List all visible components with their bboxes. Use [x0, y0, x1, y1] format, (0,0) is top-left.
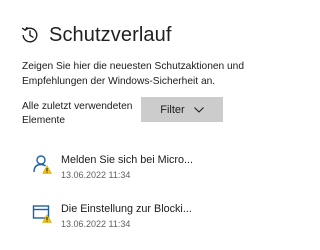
filter-button[interactable]: Filter — [141, 97, 223, 122]
item-title: Die Einstellung zur Blocki... — [61, 203, 192, 215]
account-warning-icon — [33, 155, 52, 174]
protection-history-page: Schutzverlauf Zeigen Sie hier die neuest… — [0, 0, 250, 250]
page-title: Schutzverlauf — [49, 23, 172, 46]
item-date: 13.06.2022 11:34 — [61, 170, 131, 180]
page-description: Zeigen Sie hier die neuesten Schutzaktio… — [22, 61, 245, 87]
history-list-item[interactable]: Melden Sie sich bei Micro... 13.06.2022 … — [28, 152, 250, 190]
chevron-down-icon — [193, 106, 204, 113]
filter-label: Alle zuletzt verwendeten Elemente — [22, 101, 133, 126]
item-title: Melden Sie sich bei Micro... — [61, 154, 194, 166]
filter-button-label: Filter — [160, 103, 185, 116]
history-icon — [21, 26, 38, 43]
app-browser-warning-icon — [32, 205, 52, 223]
item-date: 13.06.2022 11:34 — [61, 219, 131, 229]
history-list-item[interactable]: Die Einstellung zur Blocki... 13.06.2022… — [28, 201, 250, 239]
page-header: Schutzverlauf — [20, 23, 171, 47]
